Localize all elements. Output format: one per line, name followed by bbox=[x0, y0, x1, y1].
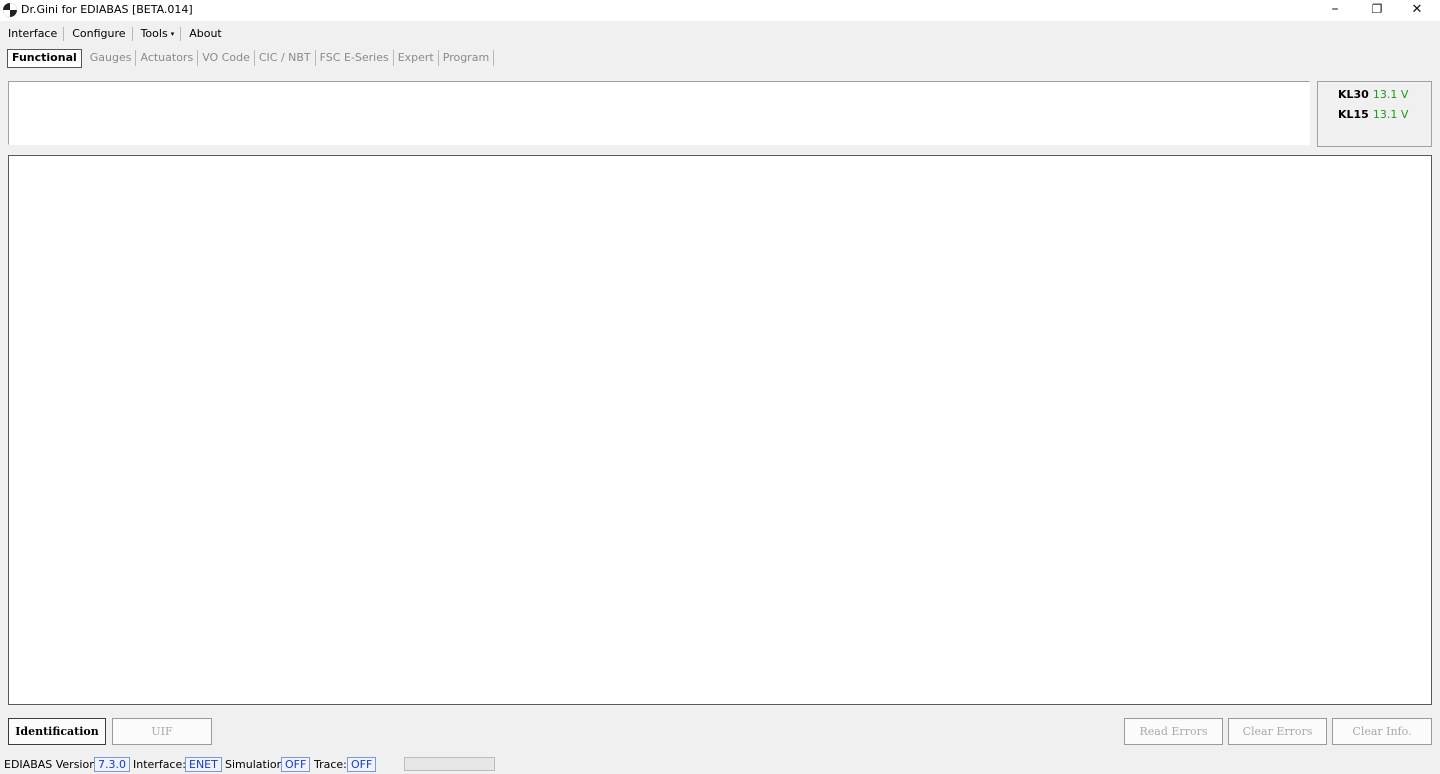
menu-configure[interactable]: Configure bbox=[64, 27, 133, 41]
voltage-panel: KL30 13.1 V KL15 13.1 V bbox=[1317, 81, 1432, 147]
simulation-label: Simulation: bbox=[225, 758, 288, 771]
menu-about[interactable]: About bbox=[181, 27, 228, 41]
kl15-label: KL15 bbox=[1338, 108, 1369, 121]
menu-tools-label: Tools bbox=[140, 27, 168, 40]
menu-interface[interactable]: Interface bbox=[0, 27, 65, 41]
status-bar: EDIABAS Version: 7.3.0 Interface: ENET S… bbox=[0, 755, 1440, 774]
title-bar: Dr.Gini for EDIABAS [BETA.014] – ❐ ✕ bbox=[0, 0, 1440, 21]
close-button[interactable]: ✕ bbox=[1395, 0, 1439, 21]
minimize-button[interactable]: – bbox=[1313, 0, 1357, 21]
bmw-roundel-icon bbox=[3, 3, 17, 17]
clear-info-button[interactable]: Clear Info. bbox=[1332, 718, 1432, 745]
tab-program[interactable]: Program bbox=[439, 50, 495, 66]
interface-value: ENET bbox=[185, 757, 222, 772]
progress-bar bbox=[404, 757, 495, 771]
tab-actuators[interactable]: Actuators bbox=[136, 50, 199, 66]
tab-vo-code[interactable]: VO Code bbox=[198, 50, 255, 66]
window-title: Dr.Gini for EDIABAS [BETA.014] bbox=[21, 3, 193, 16]
kl15-row: KL15 13.1 V bbox=[1338, 108, 1408, 121]
read-errors-button[interactable]: Read Errors bbox=[1124, 718, 1223, 745]
restore-button[interactable]: ❐ bbox=[1355, 0, 1399, 21]
ediabas-version-label: EDIABAS Version: bbox=[4, 758, 100, 771]
menu-tools[interactable]: Tools ▾ bbox=[133, 27, 182, 41]
chevron-down-icon: ▾ bbox=[170, 30, 175, 38]
menu-configure-label: Configure bbox=[72, 27, 126, 40]
tab-functional[interactable]: Functional bbox=[7, 49, 82, 68]
kl30-value: 13.1 V bbox=[1372, 88, 1409, 101]
interface-label: Interface: bbox=[133, 758, 186, 771]
info-textbox[interactable] bbox=[8, 81, 1310, 145]
tab-cic-nbt[interactable]: CIC / NBT bbox=[255, 50, 316, 66]
menu-about-label: About bbox=[189, 27, 222, 40]
tab-bar: Functional Gauges Actuators VO Code CIC / NB… bbox=[7, 49, 495, 69]
simulation-value: OFF bbox=[281, 757, 311, 772]
identification-button[interactable]: Identification bbox=[8, 718, 106, 745]
ediabas-version-value: 7.3.0 bbox=[94, 757, 130, 772]
uif-button[interactable]: UIF bbox=[112, 718, 212, 745]
tab-gauges[interactable]: Gauges bbox=[86, 50, 137, 66]
trace-value: OFF bbox=[347, 757, 377, 772]
menu-bar: Interface Configure Tools ▾ About bbox=[0, 25, 228, 43]
tab-fsc-e-series[interactable]: FSC E-Series bbox=[316, 50, 394, 66]
clear-errors-button[interactable]: Clear Errors bbox=[1228, 718, 1327, 745]
tab-expert[interactable]: Expert bbox=[394, 50, 439, 66]
trace-label: Trace: bbox=[314, 758, 347, 771]
main-content-panel[interactable] bbox=[8, 155, 1432, 705]
menu-interface-label: Interface bbox=[8, 27, 58, 40]
kl30-row: KL30 13.1 V bbox=[1338, 88, 1408, 101]
kl30-label: KL30 bbox=[1338, 88, 1369, 101]
kl15-value: 13.1 V bbox=[1372, 108, 1409, 121]
